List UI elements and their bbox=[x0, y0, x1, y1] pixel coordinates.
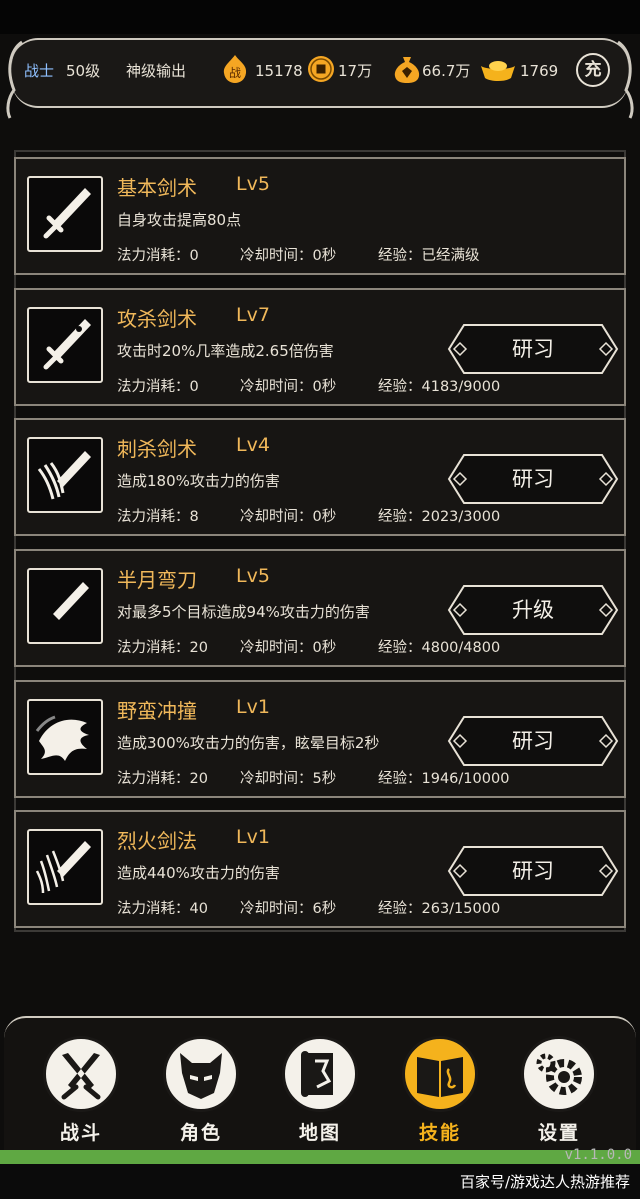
skill-name: 半月弯刀 bbox=[117, 568, 197, 592]
study-button[interactable]: 研习 bbox=[446, 322, 620, 376]
player-class: 战士 bbox=[24, 62, 55, 80]
study-button-label: 研习 bbox=[512, 729, 554, 753]
skill-mp-cost: 法力消耗：20 bbox=[117, 771, 208, 787]
gold-ingot-icon bbox=[481, 61, 515, 81]
skill-name: 野蛮冲撞 bbox=[117, 699, 197, 723]
gems-value: 66.7万 bbox=[422, 62, 471, 80]
skill-exp: 经验：1946/10000 bbox=[378, 771, 510, 787]
loading-progress-bar bbox=[0, 1150, 640, 1164]
corner-ornament-icon bbox=[6, 40, 23, 119]
study-button-label: 研习 bbox=[512, 337, 554, 361]
study-button[interactable]: 研习 bbox=[446, 844, 620, 898]
barbaric-charge-icon bbox=[27, 699, 103, 775]
watermark-text: 百家号/游戏达人热游推荐 bbox=[459, 1173, 630, 1191]
corner-ornament-icon bbox=[617, 40, 634, 119]
helmet-icon bbox=[163, 1036, 239, 1112]
half-moon-blade-icon bbox=[27, 568, 103, 644]
skill-exp: 经验：4800/4800 bbox=[378, 640, 501, 656]
skill-level: Lv1 bbox=[236, 826, 270, 848]
skill-mp-cost: 法力消耗：0 bbox=[117, 379, 199, 395]
tab-label: 设置 bbox=[537, 1122, 580, 1144]
upgrade-button[interactable]: 升级 bbox=[446, 583, 620, 637]
skill-description: 造成180%攻击力的伤害 bbox=[117, 472, 280, 490]
skill-card: 刺杀剑术 Lv4 造成180%攻击力的伤害 法力消耗：8 冷却时间：0秒 经验：… bbox=[14, 418, 626, 536]
crossed-swords-icon bbox=[43, 1036, 119, 1112]
basic-sword-icon bbox=[27, 176, 103, 252]
skill-exp: 经验：4183/9000 bbox=[378, 379, 501, 395]
skill-level: Lv5 bbox=[236, 565, 270, 587]
skill-description: 对最多5个目标造成94%攻击力的伤害 bbox=[117, 603, 370, 621]
skill-description: 攻击时20%几率造成2.65倍伤害 bbox=[117, 342, 334, 360]
coin-icon bbox=[308, 56, 334, 82]
scroll-map-icon bbox=[282, 1036, 358, 1112]
flaming-sword-icon bbox=[27, 829, 103, 905]
ingots-value: 1769 bbox=[520, 62, 559, 80]
status-bar-area bbox=[0, 0, 640, 34]
skill-cooldown: 冷却时间：6秒 bbox=[240, 901, 337, 917]
skill-card: 烈火剑法 Lv1 造成440%攻击力的伤害 法力消耗：40 冷却时间：6秒 经验… bbox=[14, 810, 626, 928]
version-label: v1.1.0.0 bbox=[564, 1147, 632, 1163]
bottom-nav: 战斗 角色 地图 技能 设置 bbox=[4, 1016, 636, 1150]
tab-map[interactable]: 地图 bbox=[279, 1036, 361, 1146]
skill-name: 攻杀剑术 bbox=[117, 307, 197, 331]
study-button-label: 研习 bbox=[512, 467, 554, 491]
skill-exp: 经验：263/15000 bbox=[378, 901, 501, 917]
gem-bag-icon bbox=[394, 57, 420, 83]
skill-level: Lv7 bbox=[236, 304, 270, 326]
skill-card: 基本剑术 Lv5 自身攻击提高80点 法力消耗：0 冷却时间：0秒 经验：已经满… bbox=[14, 157, 626, 275]
skill-name: 烈火剑法 bbox=[117, 829, 197, 853]
skill-level: Lv5 bbox=[236, 173, 270, 195]
tab-label: 技能 bbox=[418, 1122, 461, 1144]
slaying-sword-icon bbox=[27, 307, 103, 383]
tab-label: 地图 bbox=[298, 1122, 341, 1144]
gears-icon bbox=[521, 1036, 597, 1112]
skill-description: 造成440%攻击力的伤害 bbox=[117, 864, 280, 882]
player-header: 战士 50级 神级输出 战 15178 17万 66.7万 1769 充 bbox=[12, 38, 628, 108]
player-level: 50级 bbox=[66, 62, 101, 80]
tab-settings[interactable]: 设置 bbox=[518, 1036, 600, 1146]
tab-skills[interactable]: 技能 bbox=[399, 1036, 481, 1146]
skill-card: 野蛮冲撞 Lv1 造成300%攻击力的伤害，眩晕目标2秒 法力消耗：20 冷却时… bbox=[14, 680, 626, 798]
study-button[interactable]: 研习 bbox=[446, 452, 620, 506]
skill-cooldown: 冷却时间：0秒 bbox=[240, 379, 337, 395]
thrust-sword-icon bbox=[27, 437, 103, 513]
recharge-button[interactable]: 充 bbox=[576, 53, 610, 87]
coins-value: 17万 bbox=[338, 62, 373, 80]
tab-character[interactable]: 角色 bbox=[160, 1036, 242, 1146]
skill-level: Lv4 bbox=[236, 434, 270, 456]
skill-exp: 经验：已经满级 bbox=[378, 248, 480, 264]
skill-description: 造成300%攻击力的伤害，眩晕目标2秒 bbox=[117, 734, 380, 752]
battle-power-value: 15178 bbox=[255, 62, 303, 80]
tab-label: 战斗 bbox=[59, 1122, 102, 1144]
skill-cooldown: 冷却时间：0秒 bbox=[240, 509, 337, 525]
skill-card: 半月弯刀 Lv5 对最多5个目标造成94%攻击力的伤害 法力消耗：20 冷却时间… bbox=[14, 549, 626, 667]
upgrade-button-label: 升级 bbox=[512, 598, 554, 622]
skill-book-icon bbox=[402, 1036, 478, 1112]
study-button[interactable]: 研习 bbox=[446, 714, 620, 768]
skill-card: 攻杀剑术 Lv7 攻击时20%几率造成2.65倍伤害 法力消耗：0 冷却时间：0… bbox=[14, 288, 626, 406]
study-button-label: 研习 bbox=[512, 859, 554, 883]
tab-battle[interactable]: 战斗 bbox=[40, 1036, 122, 1146]
skill-name: 刺杀剑术 bbox=[117, 437, 197, 461]
tab-label: 角色 bbox=[179, 1122, 222, 1144]
skill-mp-cost: 法力消耗：8 bbox=[117, 509, 199, 525]
skill-name: 基本剑术 bbox=[117, 176, 197, 200]
skill-cooldown: 冷却时间：0秒 bbox=[240, 248, 337, 264]
skill-mp-cost: 法力消耗：0 bbox=[117, 248, 199, 264]
skill-description: 自身攻击提高80点 bbox=[117, 211, 242, 229]
skill-cooldown: 冷却时间：5秒 bbox=[240, 771, 337, 787]
skill-mp-cost: 法力消耗：20 bbox=[117, 640, 208, 656]
progress-fill bbox=[0, 1150, 640, 1164]
battle-glyph: 战 bbox=[229, 66, 241, 80]
battle-power-icon: 战 bbox=[223, 55, 247, 83]
skill-cooldown: 冷却时间：0秒 bbox=[240, 640, 337, 656]
skill-exp: 经验：2023/3000 bbox=[378, 509, 501, 525]
skill-mp-cost: 法力消耗：40 bbox=[117, 901, 208, 917]
skill-level: Lv1 bbox=[236, 696, 270, 718]
watermark-bar: 百家号/游戏达人热游推荐 bbox=[0, 1164, 640, 1199]
player-title: 神级输出 bbox=[126, 62, 187, 80]
